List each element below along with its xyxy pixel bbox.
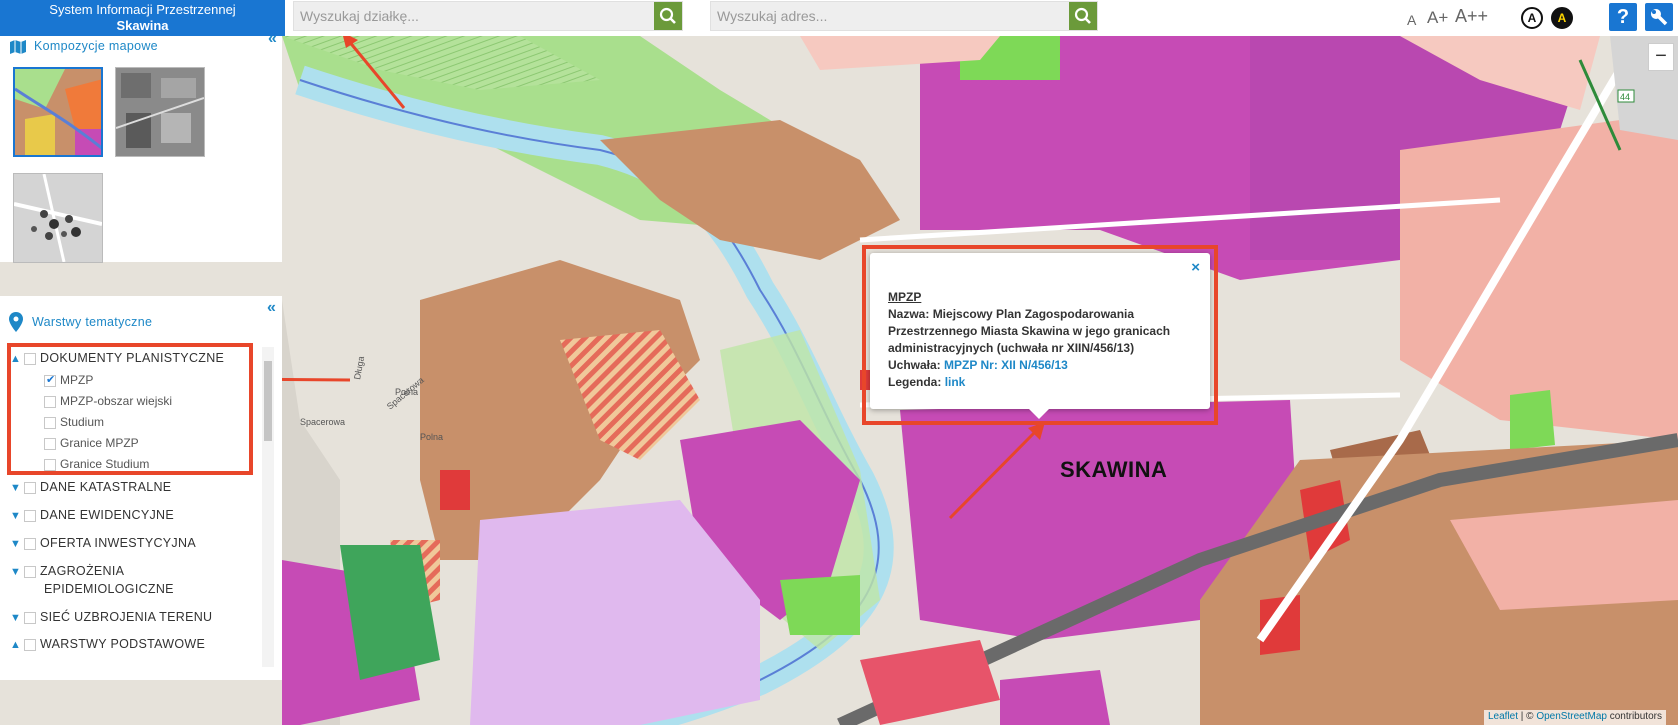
parcel-search-input[interactable]: [294, 2, 654, 30]
points-map-thumbnail: [14, 174, 102, 262]
chevron-up-icon[interactable]: ▲: [10, 639, 24, 651]
group-checkbox[interactable]: [24, 611, 36, 624]
layer-group-records[interactable]: ▼ DANE EWIDENCYJNE: [10, 508, 174, 526]
osm-link[interactable]: OpenStreetMap: [1536, 711, 1607, 722]
zoom-out-button[interactable]: −: [1648, 43, 1674, 71]
app-title-line2: Skawina: [116, 18, 169, 33]
contrast-high-button[interactable]: A: [1551, 7, 1573, 29]
layers-scrollbar[interactable]: [262, 347, 274, 667]
attribution-separator: | ©: [1518, 711, 1537, 722]
top-bar: System Informacji Przestrzennej Skawina …: [0, 0, 1678, 36]
group-label: SIEĆ UZBROJENIA TERENU: [40, 610, 213, 624]
address-search-input[interactable]: [711, 2, 1069, 30]
layer-group-base[interactable]: ▲ WARSTWY PODSTAWOWE: [10, 637, 205, 655]
chevron-down-icon[interactable]: ▼: [10, 482, 24, 494]
compositions-collapse-button[interactable]: «: [268, 30, 277, 48]
leaflet-link[interactable]: Leaflet: [1488, 711, 1518, 722]
map-attribution: Leaflet | © OpenStreetMap contributors: [1484, 710, 1666, 725]
composition-thumb-points[interactable]: [13, 173, 103, 263]
search-icon: [659, 7, 676, 24]
app-root: 44 Długa Polna Spacerowa Spacerowa Polna…: [0, 0, 1678, 725]
parcel-search-button[interactable]: [654, 2, 682, 30]
group-checkbox[interactable]: [24, 481, 36, 494]
layer-group-epidemic-threats[interactable]: ▼ ZAGROŻENIA: [10, 564, 124, 582]
planning-map-thumbnail: [15, 69, 101, 155]
scrollbar-thumb[interactable]: [264, 361, 272, 441]
chevron-down-icon[interactable]: ▼: [10, 566, 24, 578]
annotation-box-layers: [7, 343, 253, 475]
map-icon: [10, 40, 26, 54]
compositions-heading: Kompozycje mapowe: [34, 39, 158, 53]
chevron-down-icon[interactable]: ▼: [10, 510, 24, 522]
street-label-spacerowa-2: Spacerowa: [300, 417, 345, 427]
parcel-search: [293, 1, 683, 31]
street-label-polna-2: Polna: [420, 432, 443, 442]
group-checkbox[interactable]: [24, 537, 36, 550]
font-size-normal[interactable]: A: [1407, 12, 1416, 28]
road-number-label: 44: [1620, 92, 1630, 102]
group-label: DANE EWIDENCYJNE: [40, 508, 174, 522]
address-search-button[interactable]: [1069, 2, 1097, 30]
group-label: OFERTA INWESTYCYJNA: [40, 536, 196, 550]
layer-group-cadastral[interactable]: ▼ DANE KATASTRALNE: [10, 480, 171, 498]
group-checkbox[interactable]: [24, 565, 36, 578]
app-title-line1: System Informacji Przestrzennej: [49, 2, 236, 17]
font-size-large[interactable]: A+: [1427, 8, 1448, 28]
group-label: ZAGROŻENIA: [40, 564, 125, 578]
group-label: DANE KATASTRALNE: [40, 480, 172, 494]
map-compositions-panel: Kompozycje mapowe «: [0, 30, 282, 263]
chevron-down-icon[interactable]: ▼: [10, 612, 24, 624]
layer-group-utilities[interactable]: ▼ SIEĆ UZBROJENIA TERENU: [10, 610, 212, 628]
composition-thumb-planning[interactable]: [13, 67, 103, 157]
layers-collapse-button[interactable]: «: [267, 299, 276, 317]
wrench-icon: [1651, 9, 1668, 26]
address-search: [710, 1, 1098, 31]
search-icon: [1074, 7, 1091, 24]
group-checkbox[interactable]: [24, 638, 36, 651]
help-button[interactable]: ?: [1609, 3, 1637, 31]
annotation-box-popup: [862, 245, 1218, 425]
orthophoto-thumbnail: [116, 68, 204, 156]
chevron-down-icon[interactable]: ▼: [10, 538, 24, 550]
map-marker-icon: [9, 312, 23, 332]
group-label: WARSTWY PODSTAWOWE: [40, 637, 206, 651]
attribution-tail: contributors: [1606, 711, 1662, 722]
composition-thumb-orthophoto[interactable]: [115, 67, 205, 157]
tools-button[interactable]: [1645, 3, 1673, 31]
city-label: SKAWINA: [1060, 457, 1168, 482]
app-brand[interactable]: System Informacji Przestrzennej Skawina: [0, 0, 285, 36]
layer-group-investment[interactable]: ▼ OFERTA INWESTYCYJNA: [10, 536, 196, 554]
group-checkbox[interactable]: [24, 509, 36, 522]
layers-heading: Warstwy tematyczne: [32, 315, 153, 329]
font-size-xlarge[interactable]: A++: [1455, 6, 1488, 27]
contrast-normal-button[interactable]: A: [1521, 7, 1543, 29]
layer-group-epidemic-threats-line2: EPIDEMIOLOGICZNE: [44, 582, 174, 596]
